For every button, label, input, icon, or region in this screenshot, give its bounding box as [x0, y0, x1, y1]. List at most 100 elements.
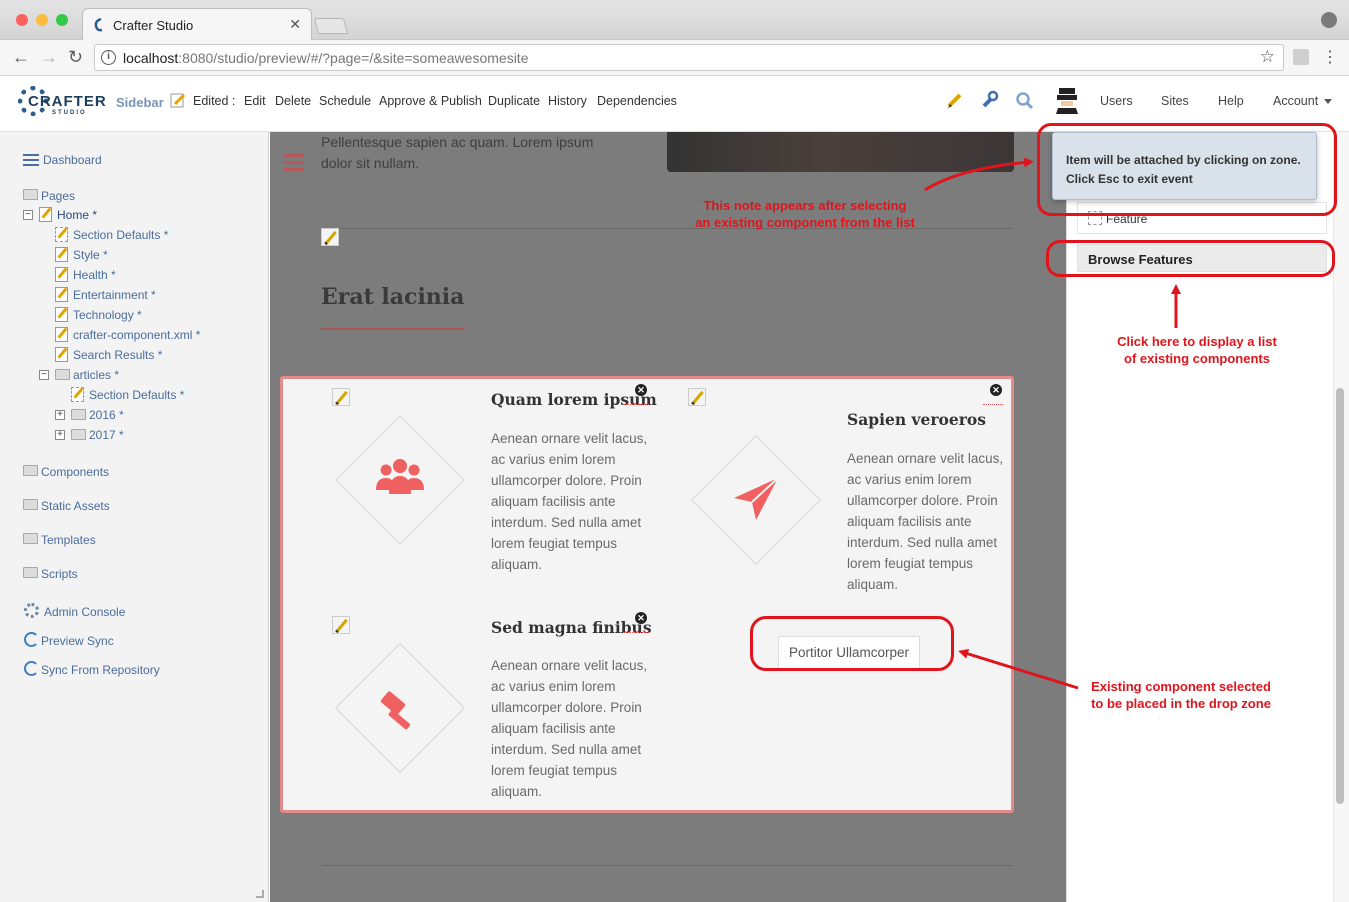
remove-component-icon[interactable]: ✕	[635, 384, 647, 396]
edit-mode-pencil-icon[interactable]	[945, 90, 965, 110]
bookmark-star-icon[interactable]: ☆	[1260, 47, 1275, 67]
page-icon	[55, 227, 68, 242]
annotation-note-tooltip: This note appears after selecting an exi…	[680, 197, 930, 231]
minimize-window-button[interactable]	[36, 14, 48, 26]
sidebar-item-sync-repository[interactable]: Sync From Repository	[41, 663, 160, 677]
history-action[interactable]: History	[548, 94, 587, 108]
scrollbar-thumb[interactable]	[1336, 388, 1344, 804]
url-path: :8080/studio/preview/#/?page=/&site=some…	[178, 50, 529, 66]
schedule-action[interactable]: Schedule	[319, 94, 371, 108]
tree-item-2016[interactable]: 2016 *	[89, 408, 124, 422]
features-drop-zone[interactable]: Quam lorem ipsum ✕ Aenean ornare velit l…	[280, 376, 1014, 813]
reload-icon[interactable]: ↻	[68, 47, 83, 68]
annotation-ring-tooltip	[1037, 123, 1337, 216]
page-icon	[55, 347, 68, 362]
divider	[321, 865, 1013, 866]
sidebar-toggle-button[interactable]: Sidebar	[116, 95, 164, 110]
back-icon[interactable]: ←	[12, 47, 30, 68]
sidebar-item-admin-console[interactable]: Admin Console	[44, 605, 125, 619]
collapse-icon[interactable]: −	[39, 370, 49, 380]
url-host: localhost	[123, 50, 179, 66]
wrench-icon[interactable]	[979, 90, 999, 110]
forward-icon[interactable]: →	[40, 47, 58, 68]
new-tab-button[interactable]	[313, 18, 349, 34]
delete-action[interactable]: Delete	[275, 94, 311, 108]
expand-icon[interactable]: +	[55, 430, 65, 440]
sidebar-item-components[interactable]: Components	[41, 465, 109, 479]
search-icon[interactable]	[1015, 91, 1035, 111]
browser-nav-bar: ← → ↻ i localhost:8080/studio/preview/#/…	[0, 40, 1349, 76]
tree-item-technology[interactable]: Technology *	[73, 308, 142, 322]
tab-close-icon[interactable]: ✕	[289, 16, 301, 33]
paper-plane-icon	[734, 477, 779, 520]
tree-item-home[interactable]: Home *	[57, 208, 97, 222]
chevron-down-icon	[1324, 99, 1333, 105]
sidebar-item-preview-sync[interactable]: Preview Sync	[41, 634, 114, 648]
expand-icon[interactable]: +	[55, 410, 65, 420]
extension-icon[interactable]	[1293, 49, 1309, 65]
edit-pencil-icon[interactable]	[688, 388, 706, 406]
sync-icon	[24, 632, 39, 647]
duplicate-action[interactable]: Duplicate	[488, 94, 540, 108]
feature-title: Sapien veroeros	[847, 410, 986, 429]
approve-publish-action[interactable]: Approve & Publish	[379, 94, 482, 108]
annotation-line: Click here to display a list	[1117, 334, 1277, 349]
close-window-button[interactable]	[16, 14, 28, 26]
page-icon	[55, 327, 68, 342]
page-icon	[71, 387, 84, 402]
hero-image	[667, 132, 1014, 172]
gavel-icon	[380, 691, 410, 730]
annotation-ring-browse	[1046, 240, 1335, 277]
tree-item-style[interactable]: Style *	[73, 248, 108, 262]
edit-action[interactable]: Edit	[244, 94, 266, 108]
user-avatar-icon[interactable]	[1054, 86, 1080, 114]
folder-icon	[23, 533, 38, 544]
tree-item-articles[interactable]: articles *	[73, 368, 119, 382]
account-menu[interactable]: Account	[1273, 94, 1333, 108]
hamburger-menu-icon[interactable]	[284, 154, 304, 175]
sidebar-item-templates[interactable]: Templates	[41, 533, 96, 547]
remove-component-icon[interactable]: ✕	[635, 612, 647, 624]
help-menu[interactable]: Help	[1218, 94, 1244, 108]
folder-icon	[23, 499, 38, 510]
intro-line: Pellentesque sapien ac quam. Lorem ipsum	[321, 134, 594, 150]
crafter-favicon-icon	[94, 17, 103, 32]
remove-component-icon[interactable]: ✕	[990, 384, 1002, 396]
tree-item-2017[interactable]: 2017 *	[89, 428, 124, 442]
sidebar-item-pages[interactable]: Pages	[41, 189, 75, 203]
crafter-logo[interactable]: CRAFTER STUDIO	[18, 82, 106, 122]
tree-item-search-results[interactable]: Search Results *	[73, 348, 162, 362]
folder-icon	[71, 429, 86, 440]
sites-menu[interactable]: Sites	[1161, 94, 1189, 108]
profile-icon[interactable]	[1321, 12, 1337, 28]
dependencies-action[interactable]: Dependencies	[597, 94, 677, 108]
edit-pencil-icon[interactable]	[332, 616, 350, 634]
tree-item-entertainment[interactable]: Entertainment *	[73, 288, 156, 302]
resize-handle[interactable]	[256, 890, 264, 898]
tree-item-section-defaults[interactable]: Section Defaults *	[73, 228, 168, 242]
collapse-icon[interactable]: −	[23, 210, 33, 220]
zone-marker	[623, 632, 649, 633]
folder-icon	[71, 409, 86, 420]
url-text[interactable]: localhost:8080/studio/preview/#/?page=/&…	[123, 50, 528, 66]
browser-menu-icon[interactable]: ⋮	[1322, 47, 1338, 67]
page-icon	[55, 287, 68, 302]
tree-item-articles-section-defaults[interactable]: Section Defaults *	[89, 388, 184, 402]
tree-item-health[interactable]: Health *	[73, 268, 116, 282]
dashboard-icon	[23, 154, 39, 166]
zoom-window-button[interactable]	[56, 14, 68, 26]
folder-icon	[23, 465, 38, 476]
annotation-note-dropped: Existing component selected to be placed…	[1075, 678, 1287, 712]
tree-item-crafter-component[interactable]: crafter-component.xml *	[73, 328, 200, 342]
annotation-ring-dropped	[750, 616, 954, 671]
edit-pencil-icon[interactable]	[332, 388, 350, 406]
browser-tab[interactable]: Crafter Studio ✕	[82, 8, 312, 40]
sidebar-item-scripts[interactable]: Scripts	[41, 567, 78, 581]
sidebar-item-dashboard[interactable]: Dashboard	[43, 153, 102, 167]
users-menu[interactable]: Users	[1100, 94, 1133, 108]
sidebar-item-static-assets[interactable]: Static Assets	[41, 499, 110, 513]
address-bar[interactable]: i localhost:8080/studio/preview/#/?page=…	[94, 44, 1284, 71]
edit-pencil-icon[interactable]	[321, 228, 339, 246]
users-icon	[376, 459, 424, 494]
site-info-icon[interactable]: i	[101, 50, 116, 65]
